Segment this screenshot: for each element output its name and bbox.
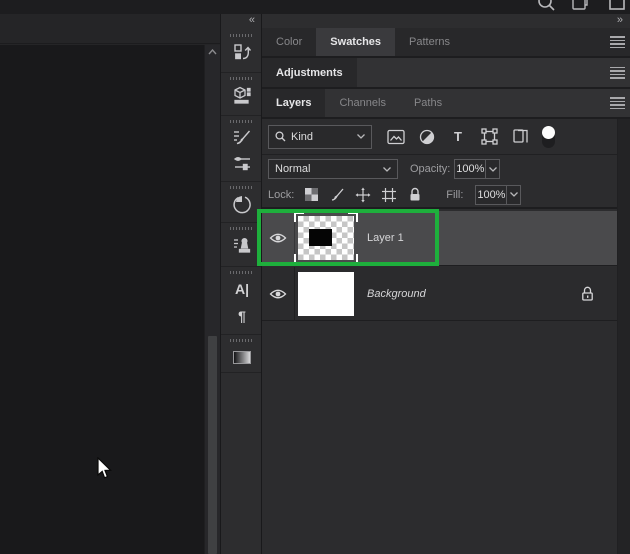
panel-grip[interactable] [230,77,254,80]
background-lock-icon [582,286,593,301]
layer-comps-panel-icon[interactable] [231,41,253,63]
lock-position-icon[interactable] [354,186,372,204]
filter-type-layer-icon[interactable]: T [447,126,469,148]
panel-grip[interactable] [230,339,254,342]
tab-swatches[interactable]: Swatches [316,28,396,56]
brush-settings-panel-icon[interactable] [231,152,253,174]
blend-mode-dropdown[interactable]: Normal [268,159,398,179]
layers-channels-paths-tabbar: Layers Channels Paths [262,89,630,119]
eye-icon [269,233,287,243]
restore-window-icon[interactable] [571,0,589,12]
layers-filter-row: Kind T [262,119,617,155]
chevron-down-icon[interactable] [506,185,520,204]
clone-source-panel-icon[interactable] [231,234,253,256]
filter-adjustment-layer-icon[interactable] [416,126,438,148]
collapsed-panels-strip: « A| ¶ [220,14,262,554]
panel-grip[interactable] [230,34,254,37]
document-canvas[interactable] [0,45,204,554]
collapse-panels-button[interactable]: « [249,14,255,26]
panel-right-gutter [617,119,630,554]
layer-content-preview [309,229,332,246]
selection-bracket [294,254,304,264]
fill-label: Fill: [446,188,464,201]
layer-row-layer-1[interactable]: Layer 1 [262,211,617,266]
selection-bracket [294,212,304,222]
visibility-toggle[interactable] [262,267,295,320]
chevron-down-icon [357,134,365,139]
canvas-vertical-scrollbar[interactable] [204,45,220,554]
panel-menu-icon[interactable] [610,66,625,79]
search-icon [275,131,286,142]
maximize-icon[interactable] [608,0,626,12]
blend-mode-value: Normal [275,163,311,175]
opacity-field[interactable]: 100% [454,159,501,179]
filter-kind-label: Kind [291,130,314,143]
panel-grip[interactable] [230,186,254,189]
layer-thumbnail[interactable] [294,212,358,264]
fill-value: 100% [477,188,506,201]
panel-grip[interactable] [230,271,254,274]
opacity-value: 100% [456,163,485,175]
layer-name[interactable]: Layer 1 [367,232,404,244]
chevron-down-icon [383,166,391,172]
scrollbar-thumb[interactable] [208,336,217,554]
filter-smart-object-icon[interactable] [509,126,531,148]
panel-grip[interactable] [230,227,254,230]
tab-channels[interactable]: Channels [325,89,399,117]
right-panel-dock: » Color Swatches Patterns Adjustments La… [262,14,630,554]
filter-toggle-switch[interactable] [542,125,555,148]
blend-mode-row: Normal Opacity: 100% [262,156,617,182]
lock-all-icon[interactable] [406,186,424,204]
selection-bracket [348,212,358,222]
layer-thumbnail[interactable] [298,271,354,316]
tab-color[interactable]: Color [262,28,316,56]
character-panel-icon[interactable]: A| [231,278,253,300]
brushes-panel-icon[interactable] [231,126,253,148]
tab-patterns[interactable]: Patterns [395,28,464,56]
tool-options-bar [0,14,220,44]
tab-layers[interactable]: Layers [262,89,326,117]
panel-menu-icon[interactable] [610,36,625,48]
collapse-dock-button[interactable]: » [617,14,623,26]
scroll-up-arrow-icon[interactable] [208,49,217,55]
layer-name[interactable]: Background [367,288,426,300]
gradients-panel-icon[interactable] [231,346,253,368]
color-swatches-patterns-tabbar: Color Swatches Patterns [262,28,630,58]
lock-paint-icon[interactable] [328,186,346,204]
adjustments-tabbar: Adjustments [262,58,630,89]
search-icon[interactable] [537,0,556,12]
libraries-panel-icon[interactable] [231,84,253,106]
filter-shape-layer-icon[interactable] [478,126,500,148]
eye-icon [269,289,287,298]
lock-artboard-icon[interactable] [380,186,398,204]
tab-paths[interactable]: Paths [400,89,456,117]
canvas-pane [0,14,220,554]
filter-kind-dropdown[interactable]: Kind [268,124,372,149]
opacity-label: Opacity: [410,163,451,175]
visibility-toggle[interactable] [262,211,295,265]
layer-row-background[interactable]: Background [262,267,617,321]
mouse-cursor-icon [97,457,112,479]
layers-panel: Kind T Normal Opacity: 100% Lock: Fill: … [262,119,630,554]
paragraph-panel-icon[interactable]: ¶ [231,305,253,327]
panel-grip[interactable] [230,120,254,123]
history-panel-icon[interactable] [231,193,253,215]
fill-field[interactable]: 100% [475,184,522,205]
lock-label: Lock: [268,188,295,201]
dock-header: » [262,14,630,28]
titlebar [0,0,630,14]
filter-pixel-layer-icon[interactable] [385,126,407,148]
selection-bracket [348,254,358,264]
lock-row: Lock: Fill: 100% [262,182,617,209]
chevron-down-icon[interactable] [485,160,499,178]
panel-menu-icon[interactable] [610,97,625,109]
tab-adjustments[interactable]: Adjustments [262,58,357,87]
lock-transparency-icon[interactable] [302,186,320,204]
